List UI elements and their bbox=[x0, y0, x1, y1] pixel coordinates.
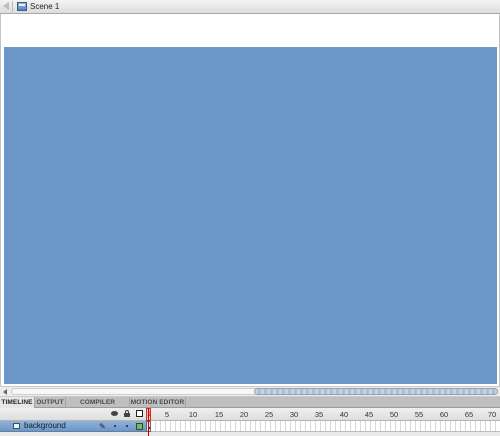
visibility-dot[interactable] bbox=[114, 425, 116, 427]
horizontal-scrollbar[interactable] bbox=[0, 386, 500, 397]
timeline-header: 1 5 10 15 20 25 30 35 40 45 50 55 60 65 … bbox=[0, 408, 500, 421]
layer-name[interactable]: background bbox=[24, 421, 66, 431]
frames-area[interactable] bbox=[146, 421, 500, 432]
frame-number: 55 bbox=[414, 410, 424, 419]
divider bbox=[12, 1, 13, 12]
frame-number: 45 bbox=[364, 410, 374, 419]
tab-output[interactable]: OUTPUT bbox=[35, 397, 66, 408]
playhead-line bbox=[148, 408, 149, 436]
frame-number: 40 bbox=[339, 410, 349, 419]
scene-icon bbox=[17, 2, 27, 11]
tab-timeline[interactable]: TIMELINE bbox=[0, 397, 35, 408]
layer-icon bbox=[13, 423, 20, 429]
frame-number: 65 bbox=[464, 410, 474, 419]
layer-row[interactable]: background ✎ bbox=[0, 421, 500, 432]
frame-number: 20 bbox=[239, 410, 249, 419]
frame-number: 60 bbox=[439, 410, 449, 419]
frame-number: 30 bbox=[289, 410, 299, 419]
layer-info[interactable]: background ✎ bbox=[0, 421, 146, 432]
frame-ruler[interactable]: 5 10 15 20 25 30 35 40 45 50 55 60 65 70 bbox=[145, 408, 500, 421]
timeline-panel: 1 5 10 15 20 25 30 35 40 45 50 55 60 65 … bbox=[0, 408, 500, 436]
scroll-thumb[interactable] bbox=[254, 388, 498, 395]
panel-tabs: TIMELINE OUTPUT COMPILER ERRORS MOTION E… bbox=[0, 397, 500, 417]
scene-name[interactable]: Scene 1 bbox=[30, 1, 59, 13]
frame-number: 5 bbox=[164, 410, 170, 419]
tab-motion-editor[interactable]: MOTION EDITOR bbox=[130, 397, 186, 408]
scroll-left-arrow-icon[interactable] bbox=[3, 389, 7, 395]
frame-number: 15 bbox=[214, 410, 224, 419]
tab-compiler-errors[interactable]: COMPILER ERRORS bbox=[66, 397, 130, 417]
frame-number: 25 bbox=[264, 410, 274, 419]
frame-number: 50 bbox=[389, 410, 399, 419]
scene-bar: Scene 1 bbox=[0, 0, 500, 14]
outline-color-swatch[interactable] bbox=[136, 423, 143, 430]
frame-number: 10 bbox=[188, 410, 198, 419]
back-arrow-icon[interactable] bbox=[3, 2, 9, 10]
eye-icon[interactable] bbox=[111, 411, 118, 416]
lock-icon[interactable] bbox=[124, 410, 130, 417]
lock-dot[interactable] bbox=[126, 425, 128, 427]
stage[interactable] bbox=[4, 47, 497, 384]
frame-number: 70 bbox=[487, 410, 497, 419]
frame-number: 35 bbox=[314, 410, 324, 419]
outline-icon[interactable] bbox=[136, 410, 143, 417]
pencil-icon: ✎ bbox=[99, 422, 106, 431]
pasteboard[interactable] bbox=[0, 14, 500, 386]
